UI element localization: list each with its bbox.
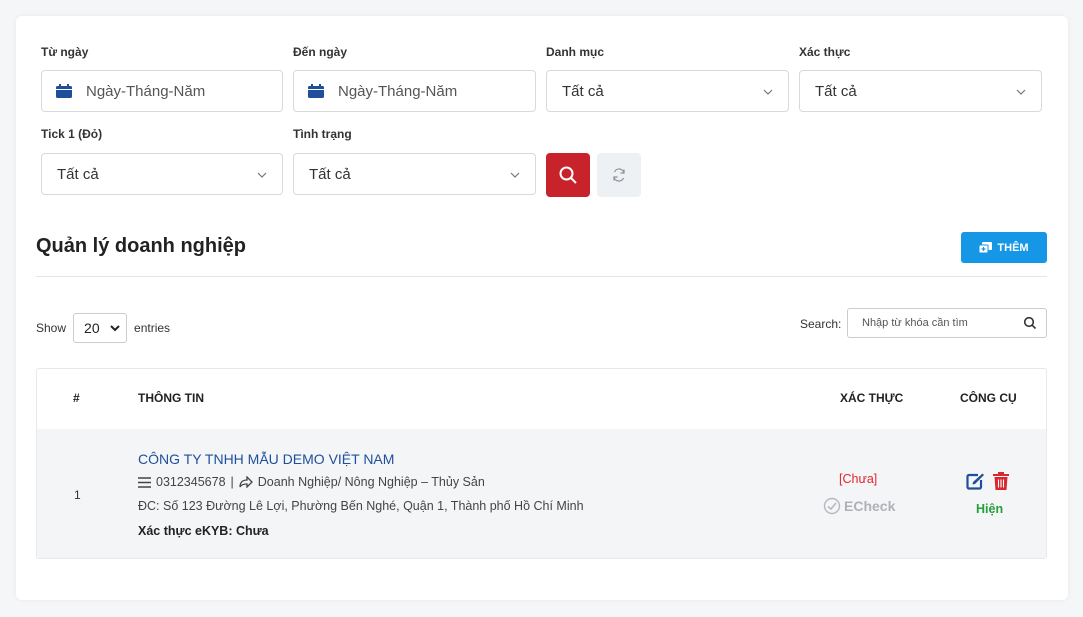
- verify-select[interactable]: Tất cả: [799, 70, 1042, 112]
- table-row: 1 CÔNG TY TNHH MẪU DEMO VIỆT NAM 0312345…: [37, 429, 1046, 558]
- from-date-label: Từ ngày: [41, 45, 89, 59]
- edit-icon[interactable]: [966, 472, 985, 490]
- show-label: Show: [36, 321, 67, 335]
- status-value: Tất cả: [309, 165, 351, 183]
- echeck-badge: ECheck: [823, 497, 895, 515]
- ekyb-status: Xác thực eKYB: Chưa: [138, 524, 269, 538]
- category-label: Danh mục: [546, 45, 605, 59]
- add-button-label: THÊM: [997, 241, 1029, 254]
- search-icon: [559, 166, 577, 184]
- col-info-header: THÔNG TIN: [138, 391, 204, 405]
- echeck-label: ECheck: [844, 498, 896, 514]
- filter-card: Từ ngày Ngày-Tháng-Năm Đến ngày Ngày-Thá…: [16, 16, 1068, 600]
- menu-icon: [138, 476, 151, 488]
- col-index-header: #: [73, 391, 80, 405]
- add-button[interactable]: THÊM: [961, 232, 1047, 263]
- tick1-value: Tất cả: [57, 165, 99, 183]
- verify-status: [Chưa]: [839, 472, 878, 486]
- entries-control: Show 20 entries: [36, 313, 170, 343]
- table-search: [847, 308, 1047, 338]
- add-copy-icon: [979, 241, 993, 253]
- verify-value: Tất cả: [815, 82, 857, 100]
- trash-icon[interactable]: [993, 472, 1009, 490]
- row-index: 1: [74, 488, 81, 502]
- page-title: Quản lý doanh nghiệp: [36, 235, 246, 257]
- search-icon: [1023, 316, 1037, 330]
- search-button[interactable]: [546, 153, 590, 197]
- table-search-input[interactable]: [860, 316, 1014, 330]
- col-verify-header: XÁC THỰC: [840, 391, 904, 405]
- tick1-label: Tick 1 (Đỏ): [41, 127, 103, 141]
- share-icon: [239, 476, 253, 488]
- tax-code: 0312345678: [156, 475, 226, 489]
- col-tools-header: CÔNG CỤ: [960, 391, 1017, 405]
- reset-button[interactable]: [597, 153, 641, 197]
- entries-value: 20: [84, 320, 100, 336]
- entries-label: entries: [134, 321, 171, 335]
- to-date-input[interactable]: Ngày-Tháng-Năm: [293, 70, 536, 112]
- chevron-down-icon: [762, 85, 774, 103]
- industry: Doanh Nghiệp/ Nông Nghiệp – Thủy Sản: [257, 475, 485, 489]
- tax-industry-line: 0312345678 | Doanh Nghiệp/ Nông Nghiệp –…: [138, 475, 485, 489]
- refresh-icon: [613, 168, 625, 182]
- search-label: Search:: [800, 317, 842, 331]
- chevron-down-icon: [509, 168, 521, 186]
- status-label: Tình trạng: [293, 127, 352, 141]
- tick1-select[interactable]: Tất cả: [41, 153, 283, 195]
- divider: [36, 276, 1047, 277]
- check-circle-icon: [823, 497, 841, 515]
- row-tools: [966, 472, 1009, 490]
- to-date-label: Đến ngày: [293, 45, 348, 59]
- visibility-status[interactable]: Hiện: [976, 502, 1003, 516]
- from-date-placeholder: Ngày-Tháng-Năm: [86, 82, 206, 100]
- verify-label: Xác thực: [799, 45, 851, 59]
- separator: |: [230, 475, 234, 489]
- status-select[interactable]: Tất cả: [293, 153, 536, 195]
- category-select[interactable]: Tất cả: [546, 70, 789, 112]
- entries-select[interactable]: 20: [73, 313, 128, 343]
- category-value: Tất cả: [562, 82, 604, 100]
- to-date-placeholder: Ngày-Tháng-Năm: [338, 82, 458, 100]
- chevron-down-icon: [256, 168, 268, 186]
- chevron-down-icon: [1015, 85, 1027, 103]
- from-date-input[interactable]: Ngày-Tháng-Năm: [41, 70, 283, 112]
- calendar-icon: [56, 84, 72, 98]
- company-link[interactable]: CÔNG TY TNHH MẪU DEMO VIỆT NAM: [138, 451, 394, 467]
- chevron-down-icon: [110, 325, 120, 332]
- address: ĐC: Số 123 Đường Lê Lợi, Phường Bến Nghé…: [138, 499, 584, 513]
- calendar-icon: [308, 84, 324, 98]
- business-table: # THÔNG TIN XÁC THỰC CÔNG CỤ 1 CÔNG TY T…: [36, 368, 1047, 559]
